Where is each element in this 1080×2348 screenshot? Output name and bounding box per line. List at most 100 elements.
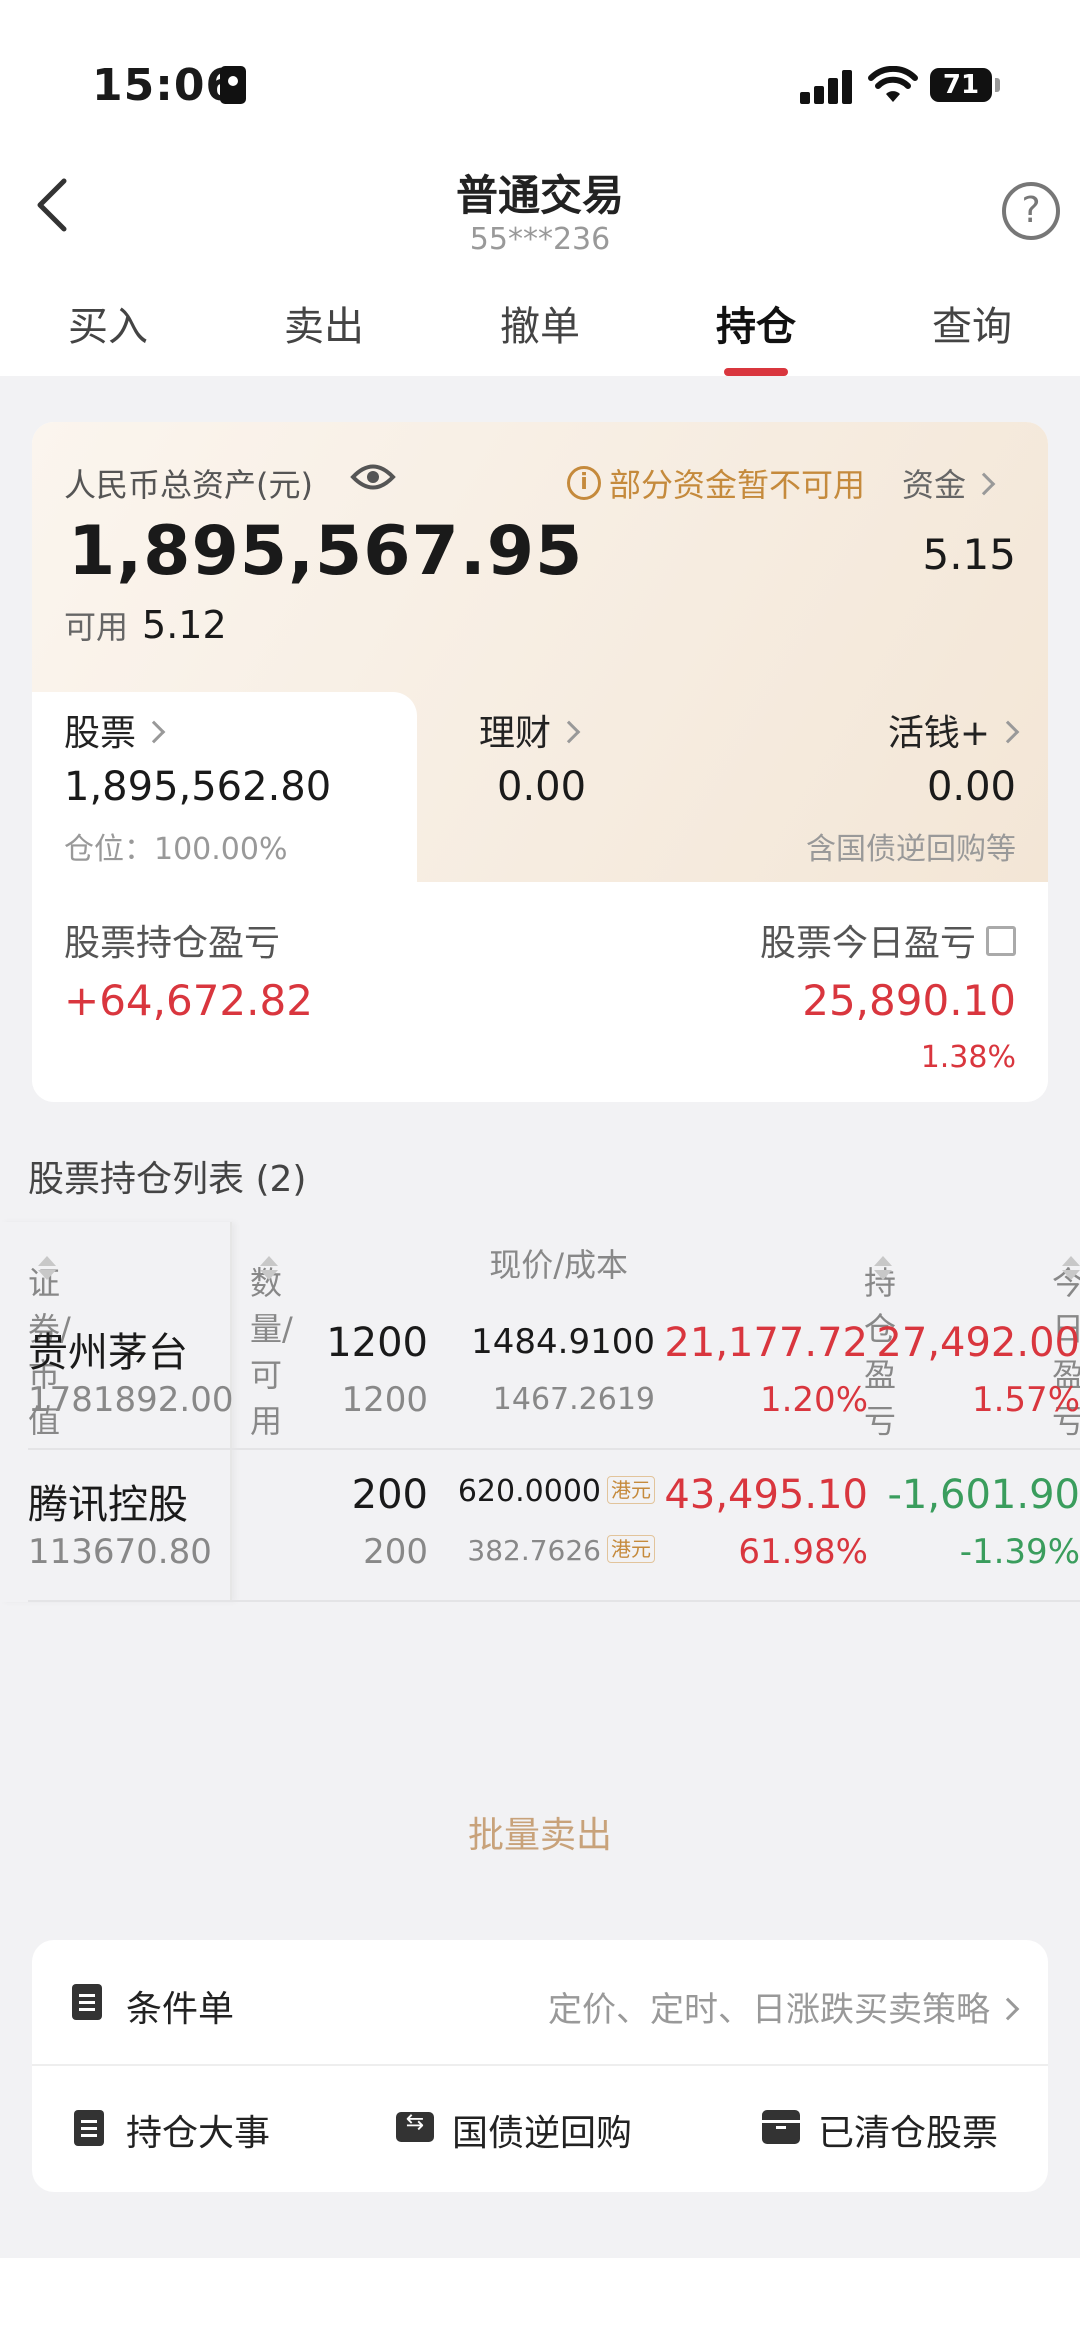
today-pl-link[interactable]: 股票今日盈亏 [760,914,1016,966]
funds-link-label: 资金 [902,466,967,504]
holding-row[interactable]: 贵州茅台 1781892.00 1200 1200 1484.9100 1467… [28,1300,1080,1450]
today-pl-label: 股票今日盈亏 [759,923,976,964]
funds-notice-text: 部分资金暂不可用 [609,466,866,504]
wealth-link[interactable]: 理财 [479,704,581,756]
battery-tip [995,78,1000,92]
holding-pl: 43,495.10 [664,1472,868,1518]
asset-top-panel: 人民币总资产(元) i 部分资金暂不可用 资金 1,895,567.95 5.1… [32,422,1048,892]
contact-card-icon [220,66,246,104]
cash-plus-link[interactable]: 活钱+ [887,704,1020,756]
today-pl-percent: -1.39% [959,1532,1080,1572]
today-pl-percent: 1.57% [971,1380,1080,1420]
available-funds: 可用 5.12 [64,602,227,648]
wealth-label: 理财 [479,713,552,754]
quantity: 200 [351,1472,428,1518]
cellular-signal-icon [800,70,854,104]
cost-price: 382.7626 [467,1534,601,1567]
total-asset-label: 人民币总资产(元) [64,466,313,504]
cash-plus-note: 含国债逆回购等 [806,832,1016,867]
holding-row[interactable]: 腾讯控股 113670.80 200 200 620.0000 港元 382.76… [28,1452,1080,1602]
cash-plus-value: 0.00 [926,764,1016,810]
total-asset-value: 1,895,567.95 [68,512,584,591]
cost-price: 1467.2619 [492,1382,655,1417]
available-quantity: 200 [363,1532,428,1572]
conditional-order-label: 条件单 [126,1989,235,2030]
today-pl: -1,601.90 [887,1472,1080,1518]
asset-side-value: 5.15 [922,530,1016,579]
tools-card: 条件单 定价、定时、日涨跌买卖策略 持仓大事 国债逆回购 已清仓股票 [32,1940,1048,2192]
cash-plus-label: 活钱+ [887,713,990,754]
available-value: 5.12 [142,603,227,647]
conditional-order-row[interactable]: 条件单 定价、定时、日涨跌买卖策略 [32,1940,1048,2066]
stock-name: 贵州茅台 [28,1330,188,1376]
stocks-link: 股票 [64,704,166,756]
holding-pl-label: 股票持仓盈亏 [64,923,281,964]
conditional-order-desc-text: 定价、定时、日涨跌买卖策略 [548,1990,990,2030]
available-quantity: 1200 [341,1380,428,1420]
battery-icon: 71 [930,68,992,102]
today-pl-value: 25,890.10 [802,976,1016,1025]
holding-pl-percent: 1.20% [759,1380,868,1420]
wifi-icon [868,66,918,102]
current-price-cell: 620.0000 港元 [458,1474,655,1509]
current-price: 1484.9100 [471,1322,655,1362]
nav-header: 普通交易 55***236 ? [0,150,1080,278]
wealth-value: 0.00 [497,764,587,810]
cost-price-cell: 382.7626 港元 [467,1534,655,1567]
info-icon: i [567,466,601,500]
holding-events-label: 持仓大事 [126,2113,271,2154]
tab-cancel[interactable]: 撤单 [432,278,648,376]
document-icon [72,1984,102,2020]
account-number: 55***236 [469,222,611,257]
market-value: 1781892.00 [28,1380,234,1420]
page-title: 普通交易 [455,171,624,220]
holdings-list-title: 股票持仓列表 (2) [28,1159,307,1200]
header-security[interactable]: 证券/市值 [28,1240,71,1440]
current-price: 620.0000 [457,1474,601,1509]
holdings-table-header: 证券/市值 数量/可用 现价/成本 持仓盈亏 今日盈亏 [0,1222,1080,1440]
stock-name: 腾讯控股 [28,1482,188,1528]
chevron-right-icon [142,720,166,744]
tab-buy[interactable]: 买入 [0,278,216,376]
available-label: 可用 [64,608,129,646]
reverse-repo-label: 国债逆回购 [452,2113,633,2154]
tab-query[interactable]: 查询 [864,278,1080,376]
tab-sell[interactable]: 卖出 [216,278,432,376]
holding-pl-value: +64,672.82 [64,976,313,1025]
asset-summary-card: 人民币总资产(元) i 部分资金暂不可用 资金 1,895,567.95 5.1… [32,422,1048,1102]
reverse-repo-icon [396,2110,434,2142]
conditional-order-desc: 定价、定时、日涨跌买卖策略 [548,1982,1020,2031]
archive-box-icon [762,2110,800,2144]
currency-badge: 港元 [607,1535,655,1563]
header-quantity[interactable]: 数量/可用 [250,1240,293,1440]
status-bar: 15:06 71 [0,0,1080,150]
pl-section: 股票持仓盈亏 +64,672.82 股票今日盈亏 25,890.10 1.38% [32,882,1048,1102]
cleared-stocks-label: 已清仓股票 [818,2113,999,2154]
help-icon[interactable]: ? [1002,182,1060,240]
holding-pl-percent: 61.98% [738,1532,868,1572]
eye-icon[interactable] [350,460,396,494]
batch-sell-button[interactable]: 批量卖出 [0,1806,1080,1858]
chevron-right-icon [996,1997,1020,2020]
today-pl-percent: 1.38% [920,1040,1016,1075]
holding-pl: 21,177.72 [664,1320,868,1366]
quantity: 1200 [326,1320,428,1366]
position-ratio: 仓位：100.00% [64,832,288,867]
events-icon [74,2110,104,2146]
trade-tabs: 买入 卖出 撤单 持仓 查询 [0,278,1080,376]
header-holding-pl[interactable]: 持仓盈亏 [864,1240,896,1440]
header-price: 现价/成本 [489,1246,628,1284]
tab-positions[interactable]: 持仓 [648,278,864,376]
chevron-right-icon [996,720,1020,744]
stocks-label: 股票 [64,713,137,754]
today-pl: 27,492.00 [876,1320,1080,1366]
chevron-right-icon [972,472,996,496]
funds-notice[interactable]: i 部分资金暂不可用 [567,460,865,506]
header-today-pl[interactable]: 今日盈亏 [1052,1240,1080,1440]
chevron-right-icon [557,720,581,744]
stocks-section[interactable]: 股票 1,895,562.80 仓位：100.00% [32,692,417,892]
market-value: 113670.80 [28,1532,212,1572]
stocks-value: 1,895,562.80 [64,764,332,810]
bottom-area [0,2258,1080,2348]
funds-link[interactable]: 资金 [902,460,996,506]
